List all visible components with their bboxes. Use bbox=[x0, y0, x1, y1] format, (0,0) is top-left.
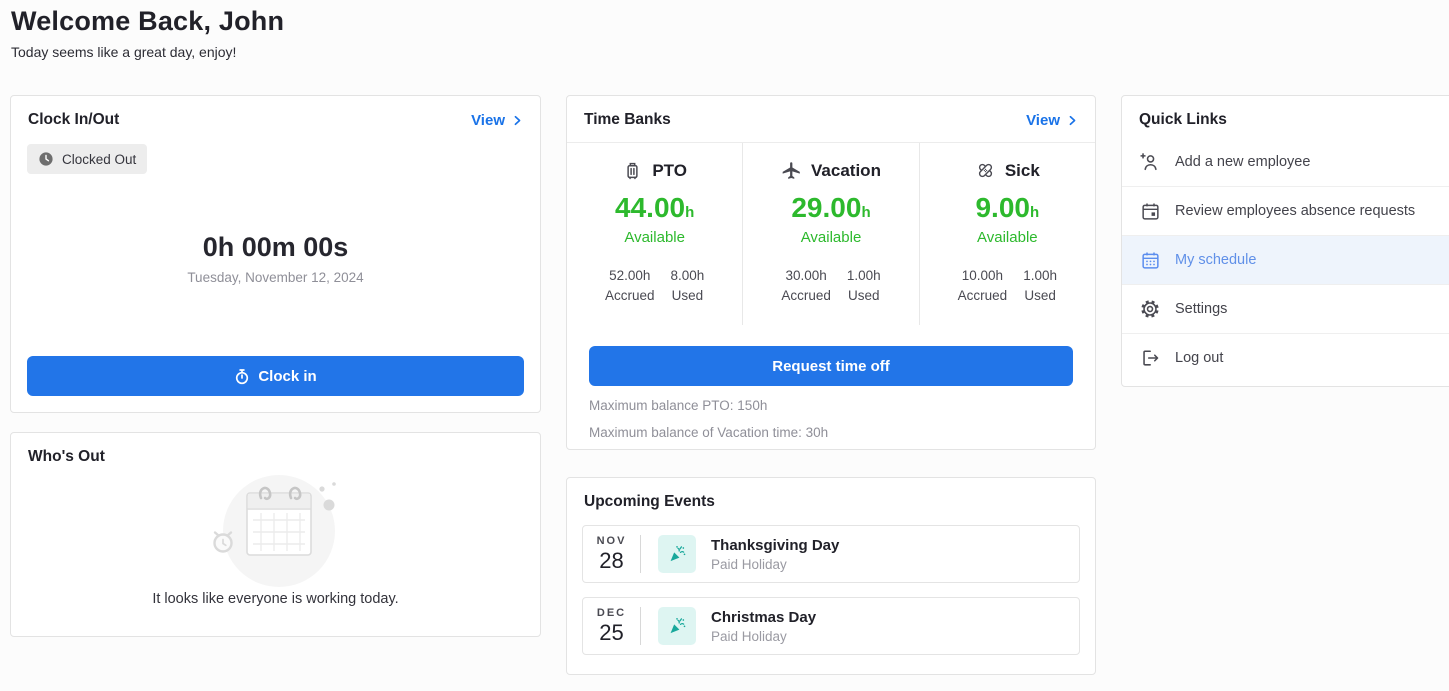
time-banks-view-link[interactable]: View bbox=[1026, 112, 1078, 129]
clock-view-link[interactable]: View bbox=[471, 112, 523, 129]
time-banks-columns: PTO 44.00h Available 52.00h Accrued 8.00… bbox=[567, 143, 1095, 325]
quick-links-card: Quick Links Add a new employee Review em… bbox=[1121, 95, 1449, 387]
chevron-right-icon bbox=[512, 114, 523, 127]
empty-calendar-illustration bbox=[161, 471, 391, 589]
quick-link-label: Add a new employee bbox=[1175, 154, 1310, 170]
quick-link-label: Log out bbox=[1175, 350, 1223, 366]
quick-link-add-employee[interactable]: Add a new employee bbox=[1122, 137, 1449, 186]
quick-link-settings[interactable]: Settings bbox=[1122, 284, 1449, 333]
page-title: Welcome Back, John bbox=[11, 6, 284, 37]
person-add-icon bbox=[1139, 151, 1161, 173]
bank-accrued: 52.00h Accrued bbox=[605, 266, 655, 305]
bank-name-label: PTO bbox=[652, 161, 687, 181]
bank-available-label: Available bbox=[920, 229, 1095, 246]
bank-pto: PTO 44.00h Available 52.00h Accrued 8.00… bbox=[567, 143, 742, 325]
bank-available-value: 9.00h bbox=[920, 194, 1095, 222]
bank-available-value: 44.00h bbox=[567, 194, 742, 222]
bank-accrued: 10.00h Accrued bbox=[958, 266, 1008, 305]
quick-links-title: Quick Links bbox=[1139, 111, 1227, 129]
party-popper-icon bbox=[667, 616, 687, 636]
bank-name-label: Vacation bbox=[811, 161, 881, 181]
event-row-thanksgiving: NOV 28 Thanksgiving Day Paid Holiday bbox=[582, 525, 1080, 583]
event-subtitle: Paid Holiday bbox=[711, 557, 839, 572]
whos-out-illustration bbox=[11, 471, 540, 589]
bank-accrued: 30.00h Accrued bbox=[781, 266, 831, 305]
timer-date: Tuesday, November 12, 2024 bbox=[187, 270, 363, 285]
hours-unit: h bbox=[1030, 204, 1039, 221]
calendar-grid-icon bbox=[1140, 250, 1161, 271]
bank-used: 1.00h Used bbox=[1023, 266, 1057, 305]
clock-card-title: Clock In/Out bbox=[28, 111, 119, 129]
clock-card-header: Clock In/Out View bbox=[11, 96, 540, 142]
upcoming-events-header: Upcoming Events bbox=[567, 478, 1095, 524]
event-subtitle: Paid Holiday bbox=[711, 629, 816, 644]
upcoming-events-title: Upcoming Events bbox=[584, 493, 715, 511]
whos-out-title: Who's Out bbox=[28, 448, 105, 466]
timer-value: 0h 00m 00s bbox=[203, 232, 349, 263]
hours-unit: h bbox=[861, 204, 870, 221]
clock-in-out-card: Clock In/Out View Clocked Out 0h 00m 00s… bbox=[10, 95, 541, 413]
calendar-event-icon bbox=[1140, 201, 1161, 222]
bank-available-label: Available bbox=[743, 229, 918, 246]
max-balance-vacation-note: Maximum balance of Vacation time: 30h bbox=[567, 425, 1095, 440]
page-header: Welcome Back, John Today seems like a gr… bbox=[11, 6, 284, 60]
bank-vacation: Vacation 29.00h Available 30.00h Accrued… bbox=[742, 143, 918, 325]
event-date: NOV 28 bbox=[583, 535, 641, 573]
event-title: Christmas Day bbox=[711, 609, 816, 626]
bank-sick: Sick 9.00h Available 10.00h Accrued 1.00… bbox=[919, 143, 1095, 325]
quick-link-review-absence-requests[interactable]: Review employees absence requests bbox=[1122, 186, 1449, 235]
clock-in-button[interactable]: Clock in bbox=[27, 356, 524, 396]
clock-in-button-label: Clock in bbox=[258, 368, 316, 385]
bank-available-label: Available bbox=[567, 229, 742, 246]
bank-used: 8.00h Used bbox=[671, 266, 705, 305]
request-time-off-label: Request time off bbox=[772, 358, 890, 375]
request-time-off-button[interactable]: Request time off bbox=[589, 346, 1073, 386]
clock-view-link-label: View bbox=[471, 112, 505, 129]
airplane-icon bbox=[781, 160, 802, 181]
logout-icon bbox=[1139, 347, 1161, 369]
time-banks-card: Time Banks View PTO 44.00h Available 5 bbox=[566, 95, 1096, 450]
whos-out-message: It looks like everyone is working today. bbox=[11, 591, 540, 607]
time-banks-title: Time Banks bbox=[584, 111, 671, 129]
time-banks-view-link-label: View bbox=[1026, 112, 1060, 129]
whos-out-card: Who's Out bbox=[10, 432, 541, 637]
chevron-right-icon bbox=[1067, 114, 1078, 127]
luggage-icon bbox=[622, 160, 643, 181]
bank-used: 1.00h Used bbox=[847, 266, 881, 305]
gear-icon bbox=[1139, 298, 1161, 320]
event-title: Thanksgiving Day bbox=[711, 537, 839, 554]
quick-link-label: My schedule bbox=[1175, 252, 1256, 268]
party-popper-icon bbox=[667, 544, 687, 564]
bank-name-label: Sick bbox=[1005, 161, 1040, 181]
quick-link-label: Settings bbox=[1175, 301, 1227, 317]
upcoming-events-card: Upcoming Events NOV 28 Thanksgiving Day … bbox=[566, 477, 1096, 675]
quick-link-log-out[interactable]: Log out bbox=[1122, 333, 1449, 382]
timer-block: 0h 00m 00s Tuesday, November 12, 2024 bbox=[11, 160, 540, 356]
stopwatch-icon bbox=[234, 368, 250, 385]
event-date: DEC 25 bbox=[583, 607, 641, 645]
event-row-christmas: DEC 25 Christmas Day Paid Holiday bbox=[582, 597, 1080, 655]
quick-link-my-schedule[interactable]: My schedule bbox=[1122, 235, 1449, 284]
time-banks-header: Time Banks View bbox=[567, 96, 1095, 143]
bandage-icon bbox=[975, 160, 996, 181]
hours-unit: h bbox=[685, 204, 694, 221]
quick-link-label: Review employees absence requests bbox=[1175, 203, 1415, 219]
page-subtitle: Today seems like a great day, enjoy! bbox=[11, 44, 284, 60]
bank-available-value: 29.00h bbox=[743, 194, 918, 222]
quick-links-header: Quick Links bbox=[1122, 96, 1449, 137]
max-balance-pto-note: Maximum balance PTO: 150h bbox=[567, 398, 1095, 413]
